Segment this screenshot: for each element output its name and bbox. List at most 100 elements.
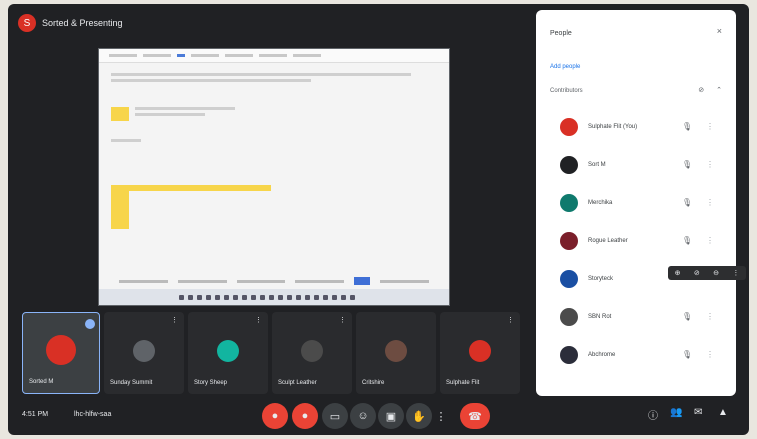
panel-title: People [550, 30, 572, 37]
present-icon: ▣ [385, 410, 397, 423]
shared-app-toolbar [99, 49, 449, 63]
participant-tile[interactable]: ⋮ Sulphate Flit [440, 312, 520, 394]
avatar [560, 194, 578, 212]
more-vert-icon: ⋮ [435, 410, 447, 423]
participant-name: Sorted M [29, 379, 54, 385]
present-button[interactable]: ▣ [378, 403, 404, 429]
leave-call-button[interactable]: ☎ [460, 403, 490, 429]
more-options-button[interactable]: ⋮ [434, 403, 448, 429]
participant-name: Rogue Leather [588, 238, 628, 244]
more-vert-icon[interactable]: ⋮ [732, 269, 739, 277]
speaking-indicator-icon [85, 319, 95, 329]
avatar [560, 156, 578, 174]
participant-row[interactable]: Sulphate Flit (You) 🎙 ⋮ [536, 110, 736, 148]
participant-avatar [133, 340, 155, 362]
tile-menu-icon[interactable]: ⋮ [255, 316, 262, 324]
emoji-icon: ☺ [357, 410, 369, 422]
shared-text-line [111, 73, 411, 76]
activities-icon: ▲ [718, 407, 728, 418]
emoji-button[interactable]: ☺ [350, 403, 376, 429]
mute-icon[interactable]: ⊘ [694, 269, 700, 277]
participant-name: Sunday Summit [110, 380, 153, 386]
more-vert-icon[interactable]: ⋮ [706, 236, 714, 245]
participant-avatar [217, 340, 239, 362]
tile-menu-icon[interactable]: ⋮ [507, 316, 514, 324]
shared-screen[interactable] [98, 48, 450, 306]
clock: 4:51 PM [22, 411, 49, 418]
participant-avatar [301, 340, 323, 362]
avatar [560, 308, 578, 326]
chat-button[interactable]: ✉ [694, 407, 702, 418]
add-people-link[interactable]: Add people [550, 64, 580, 70]
participant-name: Abchrome [588, 352, 616, 358]
participant-row[interactable]: Sort M 🎙 ⋮ [536, 148, 736, 186]
highlighted-column [111, 191, 129, 229]
participant-row[interactable]: Merchika 🎙 ⋮ [536, 186, 736, 224]
more-vert-icon[interactable]: ⋮ [706, 198, 714, 207]
chevron-up-icon[interactable]: ⌃ [716, 87, 722, 94]
chat-icon: ✉ [694, 407, 703, 418]
participant-tile[interactable]: ⋮ Sculpt Leather [272, 312, 352, 394]
tile-menu-icon[interactable]: ⋮ [339, 316, 346, 324]
participant-hover-actions: ⊕ ⊘ ⊖ ⋮ [668, 266, 746, 280]
info-icon: ⓘ [648, 411, 658, 422]
section-actions: ⊘ ⌃ [698, 86, 722, 94]
people-button[interactable]: 👥 [670, 407, 682, 418]
participant-row[interactable]: SBN Rot 🎙 ⋮ [536, 300, 736, 338]
participant-tile[interactable]: ⋮ Story Sheep [188, 312, 268, 394]
activities-button[interactable]: ▲ [718, 407, 728, 418]
shared-status-bar [119, 277, 429, 285]
presenter-avatar: S [18, 14, 36, 32]
more-vert-icon[interactable]: ⋮ [706, 350, 714, 359]
shared-text-line [135, 113, 205, 116]
participant-name: Sort M [588, 162, 606, 168]
participant-name: Storyteck [588, 276, 614, 282]
mic-off-icon: ● [271, 410, 279, 422]
mic-icon: 🎙 [682, 236, 693, 245]
highlighted-row [111, 185, 271, 191]
participant-tile[interactable]: ⋮ Sunday Summit [104, 312, 184, 394]
participant-name: Story Sheep [194, 380, 228, 386]
participant-tile-self[interactable]: Sorted M [22, 312, 100, 394]
participant-avatar [469, 340, 491, 362]
camera-button[interactable]: ● [292, 403, 318, 429]
mic-icon: 🎙 [682, 198, 693, 207]
mic-icon: 🎙 [682, 160, 693, 169]
participant-name: Critshire [362, 380, 385, 386]
cam-off-icon: ● [301, 410, 309, 422]
mic-icon: 🎙 [682, 350, 693, 359]
raise-hand-icon: ✋ [412, 410, 426, 423]
more-vert-icon[interactable]: ⋮ [706, 160, 714, 169]
meet-window: S Sorted & Presenting Sorted M ⋮ Sunday … [8, 4, 749, 435]
participant-tiles: Sorted M ⋮ Sunday Summit ⋮ Story Sheep ⋮… [22, 312, 520, 394]
more-vert-icon[interactable]: ⋮ [706, 312, 714, 321]
participant-row[interactable]: Rogue Leather 🎙 ⋮ [536, 224, 736, 262]
participant-name: Sulphate Flit [446, 380, 480, 386]
avatar [560, 346, 578, 364]
mic-icon: 🎙 [682, 312, 693, 321]
section-header: Contributors [550, 88, 583, 94]
tile-menu-icon[interactable]: ⋮ [171, 316, 178, 324]
raise-hand-button[interactable]: ✋ [406, 403, 432, 429]
shared-text-line [111, 139, 141, 142]
remove-icon[interactable]: ⊖ [713, 269, 719, 277]
participant-name: SBN Rot [588, 314, 612, 320]
avatar [560, 118, 578, 136]
participant-name: Merchika [588, 200, 613, 206]
meeting-code: lhc-hlfw-saa [74, 411, 112, 418]
participant-avatar [385, 340, 407, 362]
captions-button[interactable]: ▭ [322, 403, 348, 429]
title-bar: S Sorted & Presenting [18, 12, 123, 34]
more-vert-icon[interactable]: ⋮ [706, 122, 714, 131]
participant-name: Sculpt Leather [278, 380, 317, 386]
shared-text-line [111, 79, 311, 82]
mic-icon: 🎙 [682, 122, 693, 131]
participant-row[interactable]: Abchrome 🎙 ⋮ [536, 338, 736, 376]
people-icon: 👥 [670, 407, 683, 418]
mic-button[interactable]: ● [262, 403, 288, 429]
participant-tile[interactable]: Critshire [356, 312, 436, 394]
close-icon[interactable]: × [717, 26, 722, 36]
pin-icon[interactable]: ⊕ [675, 269, 681, 277]
meeting-info-button[interactable]: ⓘ [648, 407, 658, 422]
mute-all-icon[interactable]: ⊘ [698, 87, 704, 94]
